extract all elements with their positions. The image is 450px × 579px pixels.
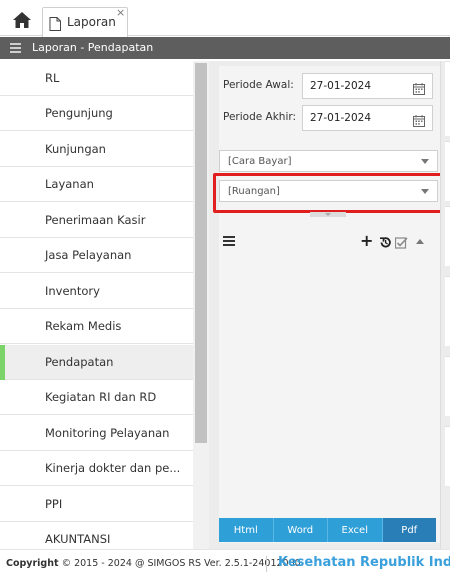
nav-item-kunjungan[interactable]: Kunjungan: [0, 132, 193, 167]
tab-laporan[interactable]: Laporan ×: [42, 6, 128, 37]
collapse-handle[interactable]: [310, 212, 346, 217]
export-html-button[interactable]: Html: [219, 518, 274, 542]
export-word-button[interactable]: Word: [273, 518, 328, 542]
nav-item-label: AKUNTANSI: [45, 532, 111, 546]
copyright-text: Copyright © 2015 - 2024 @ SIMGOS RS Ver.…: [6, 558, 301, 569]
checkbox-icon[interactable]: [394, 234, 408, 249]
nav-item-label: Pendapatan: [45, 355, 114, 369]
periode-akhir-value: 27-01-2024: [310, 112, 372, 124]
copyright-label: Copyright: [6, 558, 59, 569]
chevron-down-icon: [421, 159, 429, 164]
chevron-up-icon[interactable]: [416, 239, 424, 244]
nav-item-monitoring-pelayanan[interactable]: Monitoring Pelayanan: [0, 416, 193, 451]
plus-icon[interactable]: +: [360, 233, 373, 249]
periode-akhir-label: Periode Akhir:: [223, 111, 297, 123]
nav-item-label: Penerimaan Kasir: [45, 213, 146, 227]
copyright-detail: © 2015 - 2024 @ SIMGOS RS Ver. 2.5.1-240…: [61, 558, 301, 569]
periode-awal-input[interactable]: 27-01-2024: [302, 73, 433, 99]
nav-item-rekam-medis[interactable]: Rekam Medis: [0, 309, 193, 344]
calendar-icon[interactable]: [413, 80, 425, 95]
nav-item-label: Rekam Medis: [45, 319, 122, 333]
export-excel-button[interactable]: Excel: [328, 518, 383, 542]
close-icon[interactable]: ×: [116, 6, 125, 19]
nav-item-label: PPI: [45, 497, 63, 511]
ruangan-highlight-box: [213, 173, 443, 213]
nav-item-kinerja-dokter[interactable]: Kinerja dokter dan pe...: [0, 451, 193, 486]
filter-panel-body: [219, 66, 440, 543]
footer-divider: [266, 556, 267, 572]
export-pdf-button[interactable]: Pdf: [382, 518, 436, 542]
section-header: Laporan - Pendapatan: [0, 37, 450, 59]
nav-scrollbar[interactable]: [193, 61, 209, 549]
export-toolbar: Html Word Excel Pdf: [219, 518, 436, 542]
nav-item-label: Kegiatan RI dan RD: [45, 390, 157, 404]
footer: Copyright © 2015 - 2024 @ SIMGOS RS Ver.…: [0, 549, 450, 579]
cara-bayar-select[interactable]: [Cara Bayar]: [219, 150, 438, 172]
document-icon: [49, 16, 61, 31]
app-root: Laporan × Laporan - Pendapatan RL Pengun…: [0, 0, 450, 579]
nav-item-inventory[interactable]: Inventory: [0, 274, 193, 309]
nav-item-pengunjung[interactable]: Pengunjung: [0, 96, 193, 131]
nav-item-label: Layanan: [45, 177, 94, 191]
nav-item-penerimaan-kasir[interactable]: Penerimaan Kasir: [0, 203, 193, 238]
nav-item-label: Jasa Pelayanan: [45, 248, 132, 262]
scrollbar-thumb[interactable]: [195, 63, 207, 443]
active-marker: [0, 345, 5, 380]
report-preview-edge: [440, 61, 450, 549]
history-icon[interactable]: [379, 234, 392, 248]
home-icon[interactable]: [12, 11, 32, 29]
report-nav: RL Pengunjung Kunjungan Layanan Penerima…: [0, 61, 193, 557]
tab-label: Laporan: [67, 15, 116, 29]
list-icon[interactable]: [223, 236, 235, 246]
periode-akhir-input[interactable]: 27-01-2024: [302, 105, 433, 131]
nav-item-layanan[interactable]: Layanan: [0, 167, 193, 202]
periode-awal-value: 27-01-2024: [310, 80, 372, 92]
nav-item-label: Monitoring Pelayanan: [45, 426, 170, 440]
cara-bayar-value: [Cara Bayar]: [228, 156, 292, 167]
nav-item-kegiatan-ri-rd[interactable]: Kegiatan RI dan RD: [0, 380, 193, 415]
nav-item-label: Inventory: [45, 284, 100, 298]
filter-panel: [209, 61, 450, 549]
nav-item-label: Kunjungan: [45, 142, 106, 156]
footer-marquee: Kesehatan Republik Indonesia: [278, 555, 450, 570]
nav-item-rl[interactable]: RL: [0, 61, 193, 96]
periode-awal-label: Periode Awal:: [223, 79, 294, 91]
hamburger-icon[interactable]: [10, 43, 21, 53]
nav-item-label: Kinerja dokter dan pe...: [45, 461, 181, 475]
nav-item-label: RL: [45, 71, 60, 85]
tab-bar: Laporan ×: [0, 0, 450, 37]
nav-item-pendapatan[interactable]: Pendapatan: [0, 345, 193, 380]
page-title: Laporan - Pendapatan: [32, 41, 154, 54]
nav-item-label: Pengunjung: [45, 106, 113, 120]
calendar-icon[interactable]: [413, 112, 425, 127]
nav-item-ppi[interactable]: PPI: [0, 487, 193, 522]
nav-item-jasa-pelayanan[interactable]: Jasa Pelayanan: [0, 238, 193, 273]
